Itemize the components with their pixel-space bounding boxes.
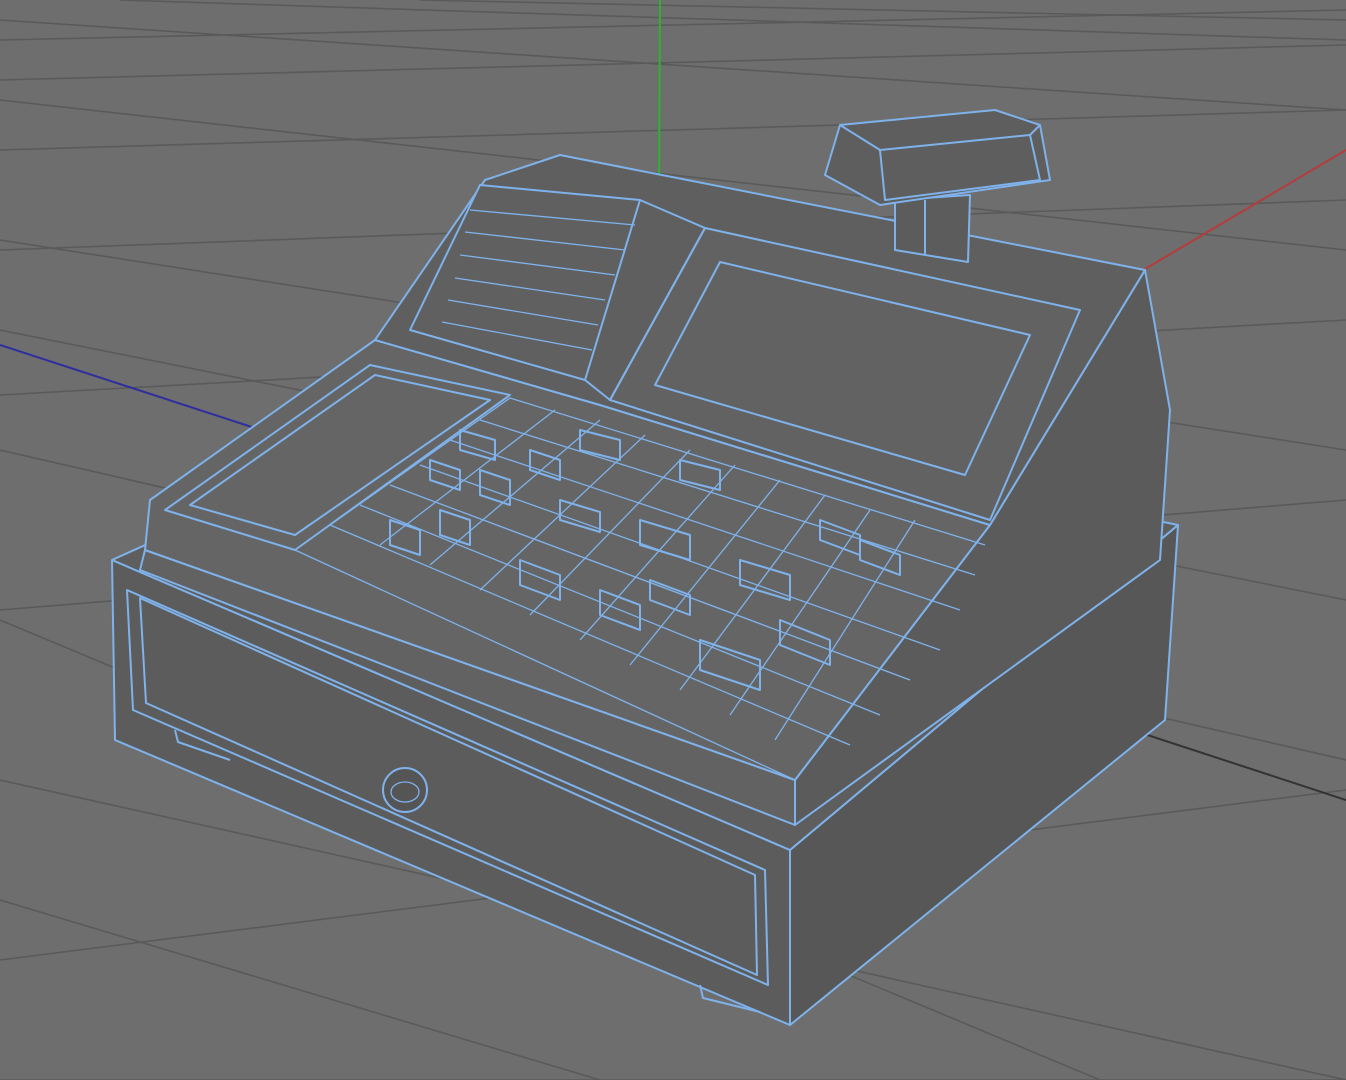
customer-display[interactable] [824,109,1051,206]
cash-register[interactable] [111,109,1179,1026]
viewport-canvas[interactable] [0,0,1346,1080]
display-pole [894,194,971,263]
3d-viewport[interactable] [0,0,1346,1080]
x-axis [1139,149,1346,273]
z-axis [0,344,256,429]
drawer-lock[interactable] [382,767,428,813]
